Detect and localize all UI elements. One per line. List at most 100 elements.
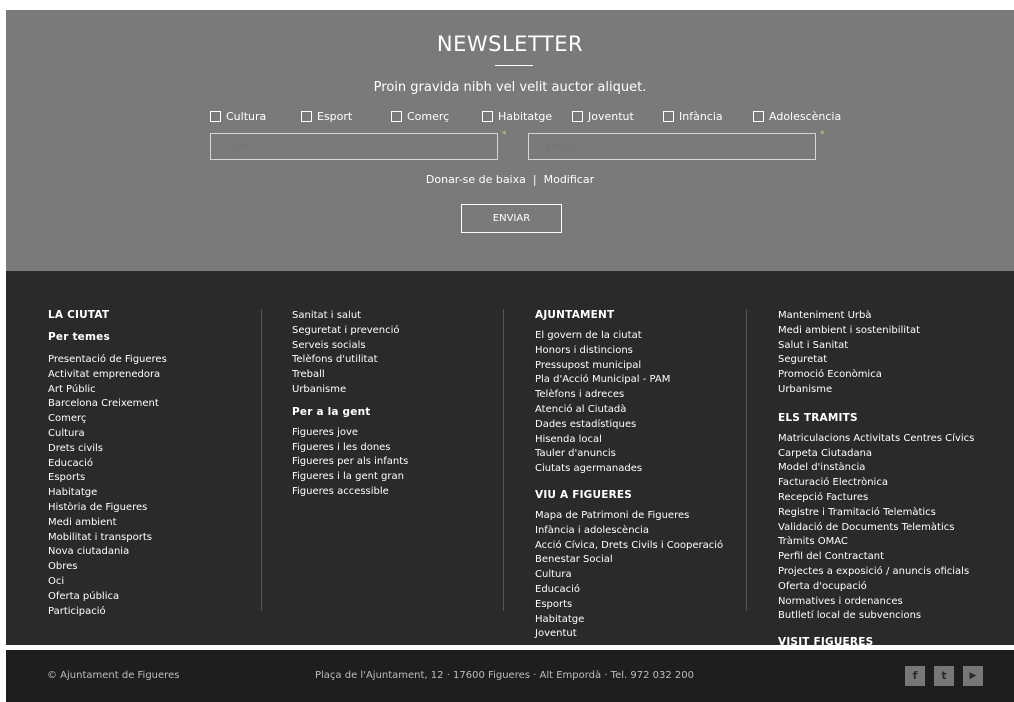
footer-link[interactable]: Habitatge <box>48 486 167 501</box>
checkbox-habitatge[interactable]: Habitatge <box>482 109 552 123</box>
footer-link[interactable]: Seguretat <box>778 353 974 368</box>
footer-link[interactable]: Medi ambient <box>48 516 167 531</box>
copyright-text: © Ajuntament de Figueres <box>47 670 180 681</box>
footer-link[interactable]: Pressupost municipal <box>535 359 723 374</box>
footer-link[interactable]: Validació de Documents Telemàtics <box>778 521 974 536</box>
footer-link[interactable]: Presentació de Figueres <box>48 353 167 368</box>
checkbox-esport[interactable]: Esport <box>301 109 352 123</box>
footer-link[interactable]: Figueres jove <box>292 426 408 441</box>
name-field[interactable] <box>210 133 498 160</box>
footer-link[interactable]: Pla d'Acció Municipal - PAM <box>535 373 723 388</box>
footer-link[interactable]: Figueres accessible <box>292 485 408 500</box>
footer-link[interactable]: Obres <box>48 560 167 575</box>
footer-link[interactable]: Cultura <box>48 427 167 442</box>
footer-link[interactable]: Hisenda local <box>535 433 723 448</box>
footer-link[interactable]: Oferta pública <box>48 590 167 605</box>
footer-link[interactable]: Treball <box>292 368 408 383</box>
footer-link[interactable]: Manteniment Urbà <box>778 309 974 324</box>
footer-link[interactable]: Oferta d'ocupació <box>778 580 974 595</box>
col-heading: VIU A FIGUERES <box>535 488 633 501</box>
checkbox-box[interactable] <box>210 110 221 122</box>
footer-link[interactable]: Serveis socials <box>292 339 408 354</box>
checkbox-box[interactable] <box>482 110 493 122</box>
checkbox-label: Infància <box>679 109 723 123</box>
unsubscribe-link[interactable]: Donar-se de baixa <box>426 173 526 186</box>
footer-link[interactable]: Projectes a exposició / anuncis oficials <box>778 565 974 580</box>
footer-link[interactable]: Art Públic <box>48 383 167 398</box>
page-frame: NEWSLETTER Proin gravida nibh vel velit … <box>6 10 1014 702</box>
column-divider <box>503 309 504 611</box>
footer-link[interactable]: Joventut <box>535 627 723 642</box>
footer-link[interactable]: Tràmits OMAC <box>778 535 974 550</box>
footer-link[interactable]: Esports <box>535 598 723 613</box>
footer-link[interactable]: Educació <box>535 583 723 598</box>
footer-link[interactable]: Recepció Factures <box>778 491 974 506</box>
newsletter-links: Donar-se de baixa | Modificar <box>6 173 1014 186</box>
footer-link[interactable]: Model d'instància <box>778 461 974 476</box>
footer-link[interactable]: Nova ciutadania <box>48 545 167 560</box>
footer-link[interactable]: Medi ambient i sostenibilitat <box>778 324 974 339</box>
footer-link[interactable]: Telèfons d'utilitat <box>292 353 408 368</box>
facebook-icon[interactable]: f <box>905 666 925 686</box>
footer-link[interactable]: Figueres i la gent gran <box>292 470 408 485</box>
col-heading[interactable]: VISIT FIGUERES <box>778 636 974 648</box>
footer-link[interactable]: Infància i adolescència <box>535 524 723 539</box>
footer-link[interactable]: Història de Figueres <box>48 501 167 516</box>
footer-link[interactable]: Salut i Sanitat <box>778 339 974 354</box>
modify-link[interactable]: Modificar <box>544 173 595 186</box>
youtube-icon[interactable]: ▶ <box>963 666 983 686</box>
footer-link[interactable]: Butlletí local de subvencions <box>778 609 974 624</box>
submit-button[interactable]: ENVIAR <box>461 204 562 233</box>
footer-link[interactable]: Acció Cívica, Drets Civils i Cooperació <box>535 539 723 554</box>
footer-link[interactable]: Registre i Tramitació Telemàtics <box>778 506 974 521</box>
checkbox-adolescencia[interactable]: Adolescència <box>753 109 841 123</box>
footer-link[interactable]: Oci <box>48 575 167 590</box>
footer-link[interactable]: Promoció Econòmica <box>778 368 974 383</box>
footer-link[interactable]: Benestar Social <box>535 553 723 568</box>
checkbox-infancia[interactable]: Infància <box>663 109 723 123</box>
footer-link[interactable]: Mapa de Patrimoni de Figueres <box>535 509 723 524</box>
footer-link[interactable]: Figueres per als infants <box>292 455 408 470</box>
footer-link[interactable]: Mobilitat i transports <box>48 531 167 546</box>
footer-link[interactable]: Facturació Electrònica <box>778 476 974 491</box>
footer-link[interactable]: Esports <box>48 471 167 486</box>
footer-link[interactable]: Sanitat i salut <box>292 309 408 324</box>
col-heading: AJUNTAMENT <box>535 309 615 321</box>
footer-col-la-ciutat: LA CIUTAT Per temes Presentació de Figue… <box>48 309 167 619</box>
footer-link[interactable]: Perfil del Contractant <box>778 550 974 565</box>
footer-link[interactable]: Habitatge <box>535 613 723 628</box>
footer-link[interactable]: Comerç <box>48 412 167 427</box>
footer-link[interactable]: Barcelona Creixement <box>48 397 167 412</box>
twitter-icon[interactable]: t <box>934 666 954 686</box>
footer-link[interactable]: Telèfons i adreces <box>535 388 723 403</box>
footer-link[interactable]: Participació <box>48 605 167 620</box>
footer-link[interactable]: Figueres i les dones <box>292 441 408 456</box>
footer-link[interactable]: Tauler d'anuncis <box>535 447 723 462</box>
email-field[interactable] <box>528 133 816 160</box>
footer-link[interactable]: Drets civils <box>48 442 167 457</box>
checkbox-box[interactable] <box>753 110 764 122</box>
footer-link[interactable]: Urbanisme <box>292 383 408 398</box>
checkbox-box[interactable] <box>572 110 583 122</box>
required-mark: * <box>502 130 507 140</box>
footer-link[interactable]: Honors i distincions <box>535 344 723 359</box>
footer-link[interactable]: Dades estadístiques <box>535 418 723 433</box>
footer-link[interactable]: Cultura <box>535 568 723 583</box>
footer-link[interactable]: Matriculacions Activitats Centres Cívics <box>778 432 974 447</box>
footer-link[interactable]: El govern de la ciutat <box>535 329 723 344</box>
checkbox-comerc[interactable]: Comerç <box>391 109 449 123</box>
footer-link[interactable]: Normatives i ordenances <box>778 595 974 610</box>
checkbox-label: Habitatge <box>498 109 553 123</box>
checkbox-cultura[interactable]: Cultura <box>210 109 266 123</box>
footer-link[interactable]: Activitat emprenedora <box>48 368 167 383</box>
checkbox-box[interactable] <box>301 110 312 122</box>
footer-link[interactable]: Seguretat i prevenció <box>292 324 408 339</box>
checkbox-joventut[interactable]: Joventut <box>572 109 634 123</box>
checkbox-box[interactable] <box>663 110 674 122</box>
footer-link[interactable]: Ciutats agermanades <box>535 462 723 477</box>
footer-link[interactable]: Carpeta Ciutadana <box>778 447 974 462</box>
footer-link[interactable]: Educació <box>48 457 167 472</box>
footer-link[interactable]: Atenció al Ciutadà <box>535 403 723 418</box>
checkbox-box[interactable] <box>391 110 402 122</box>
footer-link[interactable]: Urbanisme <box>778 383 974 398</box>
